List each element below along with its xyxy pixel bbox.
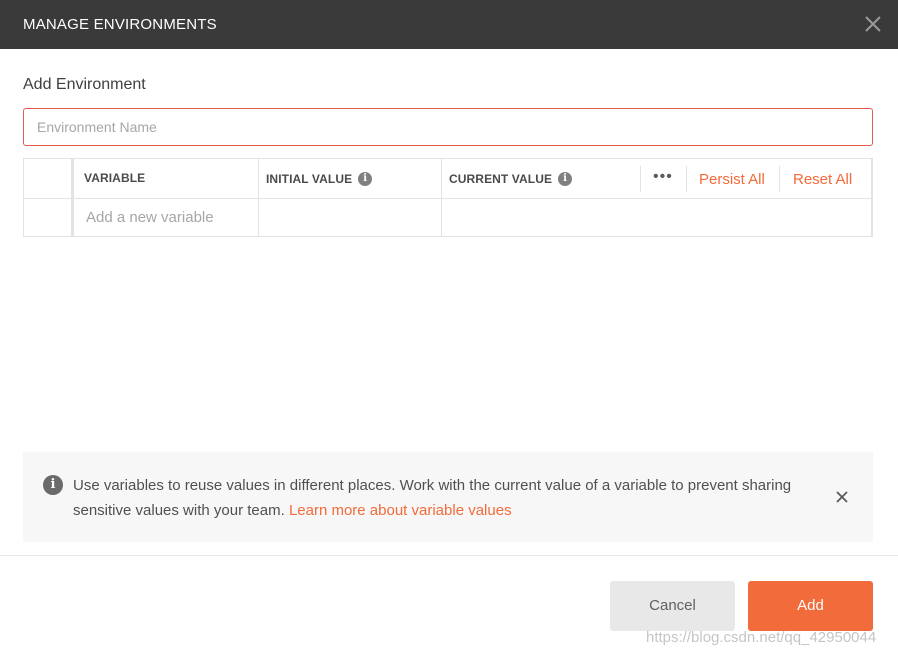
environment-name-input[interactable]: [23, 108, 873, 146]
banner-message: Use variables to reuse values in differe…: [73, 473, 813, 523]
current-value-column-label: CURRENT VALUE: [449, 172, 553, 186]
header-divider: [640, 166, 641, 192]
initial-value-column-label: INITIAL VALUE: [266, 172, 353, 186]
ellipsis-icon[interactable]: •••: [653, 168, 673, 186]
close-icon[interactable]: [862, 13, 884, 35]
dismiss-icon[interactable]: [833, 488, 851, 506]
info-icon[interactable]: i: [358, 171, 373, 186]
row-handle: [24, 199, 74, 236]
add-button[interactable]: Add: [748, 581, 873, 631]
header-divider: [686, 166, 687, 192]
initial-value-header-group: INITIAL VALUE i: [266, 170, 373, 188]
new-current-value-cell[interactable]: [442, 199, 872, 236]
row-handle-header: [24, 159, 74, 199]
persist-all-link[interactable]: Persist All: [699, 171, 765, 188]
current-value-column-header: CURRENT VALUE i ••• Persist All Reset All: [442, 159, 872, 199]
new-variable-placeholder: Add a new variable: [86, 209, 214, 226]
cancel-button[interactable]: Cancel: [610, 581, 735, 631]
dialog-title: MANAGE ENVIRONMENTS: [23, 16, 217, 33]
footer-divider: [0, 555, 898, 556]
current-value-header-group: CURRENT VALUE i: [449, 170, 573, 188]
watermark: https://blog.csdn.net/qq_42950044: [646, 629, 877, 646]
learn-more-link[interactable]: Learn more about variable values: [289, 502, 512, 519]
info-icon[interactable]: i: [558, 171, 573, 186]
variable-column-label: VARIABLE: [84, 171, 146, 185]
new-initial-value-cell[interactable]: [259, 199, 442, 236]
info-banner: i Use variables to reuse values in diffe…: [23, 452, 873, 542]
new-variable-cell[interactable]: Add a new variable: [74, 199, 259, 236]
variables-table: VARIABLE INITIAL VALUE i CURRENT VALUE i •…: [23, 158, 873, 237]
variable-column-header: VARIABLE: [74, 159, 259, 199]
add-environment-heading: Add Environment: [23, 76, 146, 93]
initial-value-column-header: INITIAL VALUE i: [259, 159, 442, 199]
dialog-titlebar: MANAGE ENVIRONMENTS: [0, 0, 898, 49]
info-icon: i: [43, 475, 63, 495]
header-divider: [779, 166, 780, 192]
reset-all-link[interactable]: Reset All: [793, 171, 852, 188]
